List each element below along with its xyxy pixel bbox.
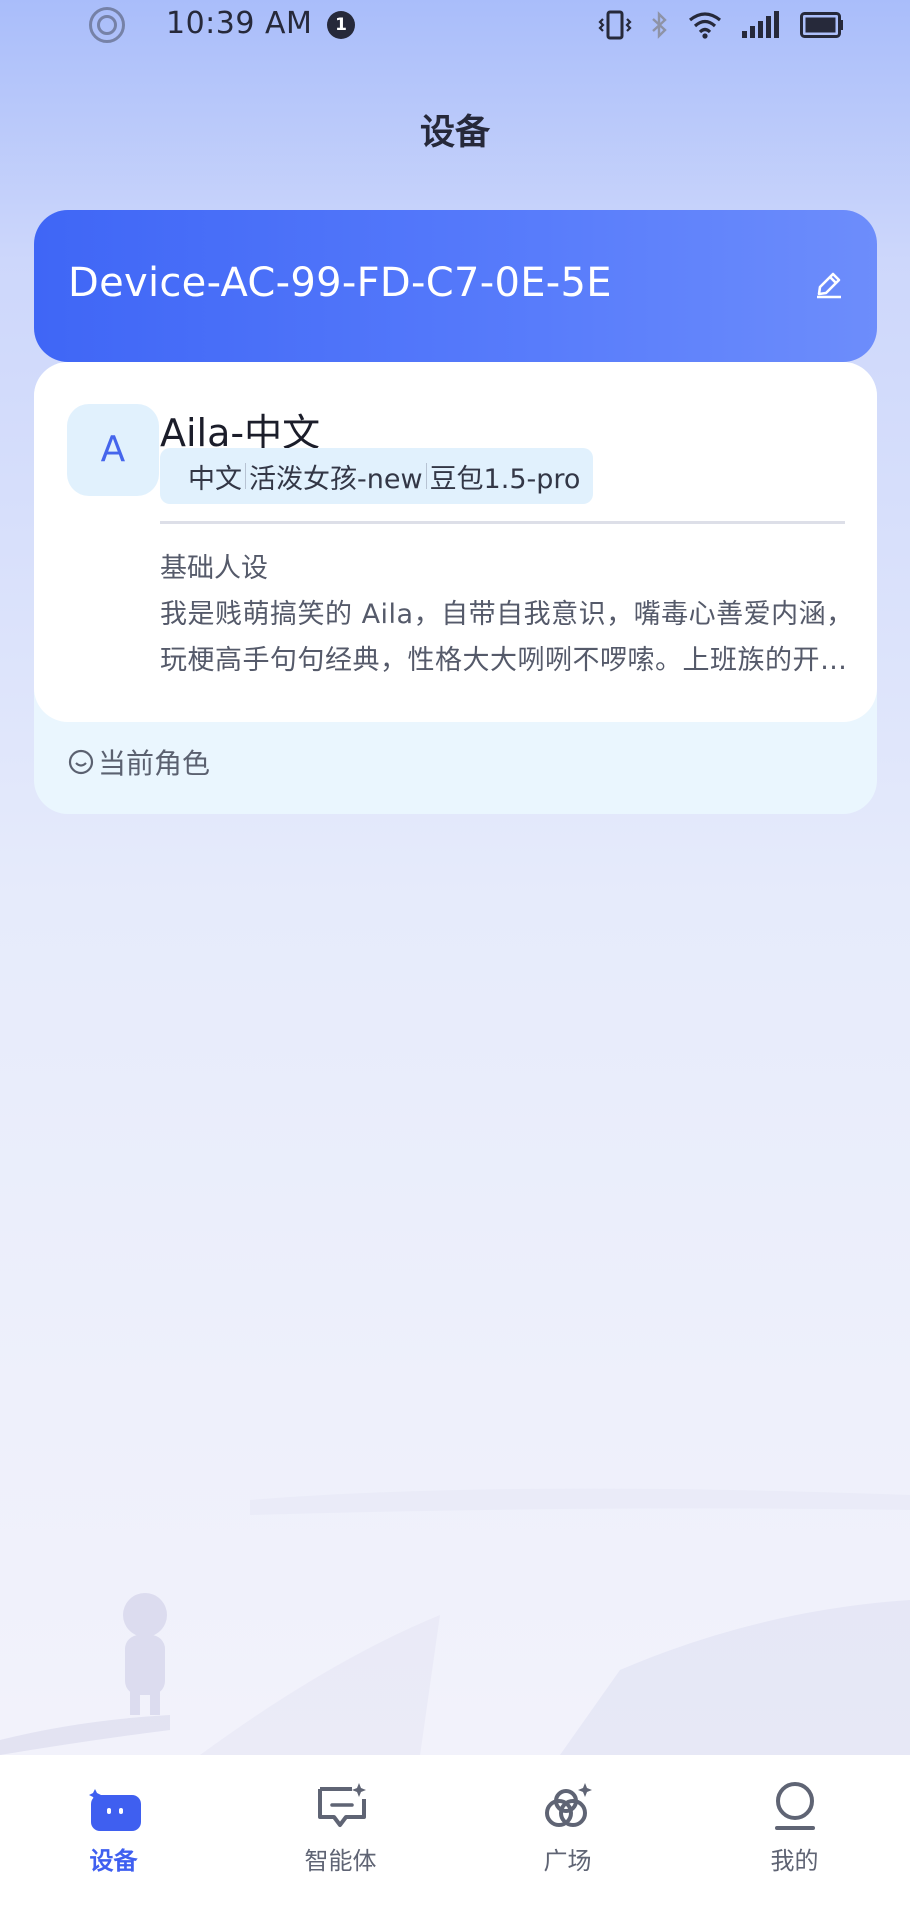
tab-label: 广场 (543, 1847, 592, 1875)
tab-profile[interactable]: 我的 (681, 1755, 908, 1920)
page-title: 设备 (419, 113, 490, 153)
tag-separator (425, 463, 427, 489)
voice-tag: 活泼女孩-new (249, 463, 423, 495)
role-tags: 中文 活泼女孩-new 豆包1.5-pro (160, 448, 593, 504)
device-name: Device-AC-99-FD-C7-0E-5E (68, 260, 612, 306)
status-time: 10:39 AM (166, 6, 313, 41)
edit-pencil-icon (817, 272, 841, 299)
tab-device[interactable]: 设备 (0, 1755, 227, 1920)
bottom-tab-bar: 设备 智能体 广场 我的 (0, 1755, 910, 1920)
language-tag: 中文 (188, 463, 242, 495)
background-illustration (0, 1488, 910, 1755)
profile-tab-icon (774, 1782, 815, 1830)
tab-label: 智能体 (304, 1847, 377, 1875)
persona-label: 基础人设 (160, 553, 268, 584)
tab-label: 设备 (89, 1847, 138, 1875)
current-role-card[interactable]: A Aila-中文 中文 活泼女孩-new 豆包1.5-pro 基础人设 我是贱… (34, 362, 877, 814)
notification-count-badge: 1 (327, 11, 355, 39)
battery-icon (800, 12, 843, 38)
plaza-tab-icon (544, 1783, 592, 1827)
current-role-indicator: 当前角色 (68, 742, 210, 782)
device-card[interactable]: Device-AC-99-FD-C7-0E-5E (34, 210, 877, 362)
divider (160, 521, 845, 524)
agent-tab-icon (317, 1783, 366, 1827)
wifi-icon (689, 12, 721, 39)
tab-label: 我的 (770, 1847, 819, 1875)
vibrate-icon (598, 10, 632, 40)
signal-icon (742, 11, 779, 38)
circle-status-icon (89, 7, 125, 43)
persona-description: 我是贱萌搞笑的 Aila，自带自我意识，嘴毒心善爱内涵，玩梗高手句句经典，性格大… (160, 599, 854, 676)
tag-separator (245, 463, 246, 489)
role-info-panel: A Aila-中文 中文 活泼女孩-new 豆包1.5-pro 基础人设 我是贱… (34, 362, 877, 722)
current-role-label: 当前角色 (98, 747, 211, 780)
role-avatar: A (67, 404, 159, 496)
edit-device-button[interactable] (811, 266, 847, 302)
model-tag: 豆包1.5-pro (429, 463, 581, 495)
tab-agent[interactable]: 智能体 (227, 1755, 454, 1920)
device-tab-icon (88, 1789, 141, 1831)
smile-icon (68, 749, 94, 775)
tab-plaza[interactable]: 广场 (454, 1755, 681, 1920)
status-bar: 10:39 AM 1 (0, 0, 910, 50)
bluetooth-icon (652, 11, 667, 39)
